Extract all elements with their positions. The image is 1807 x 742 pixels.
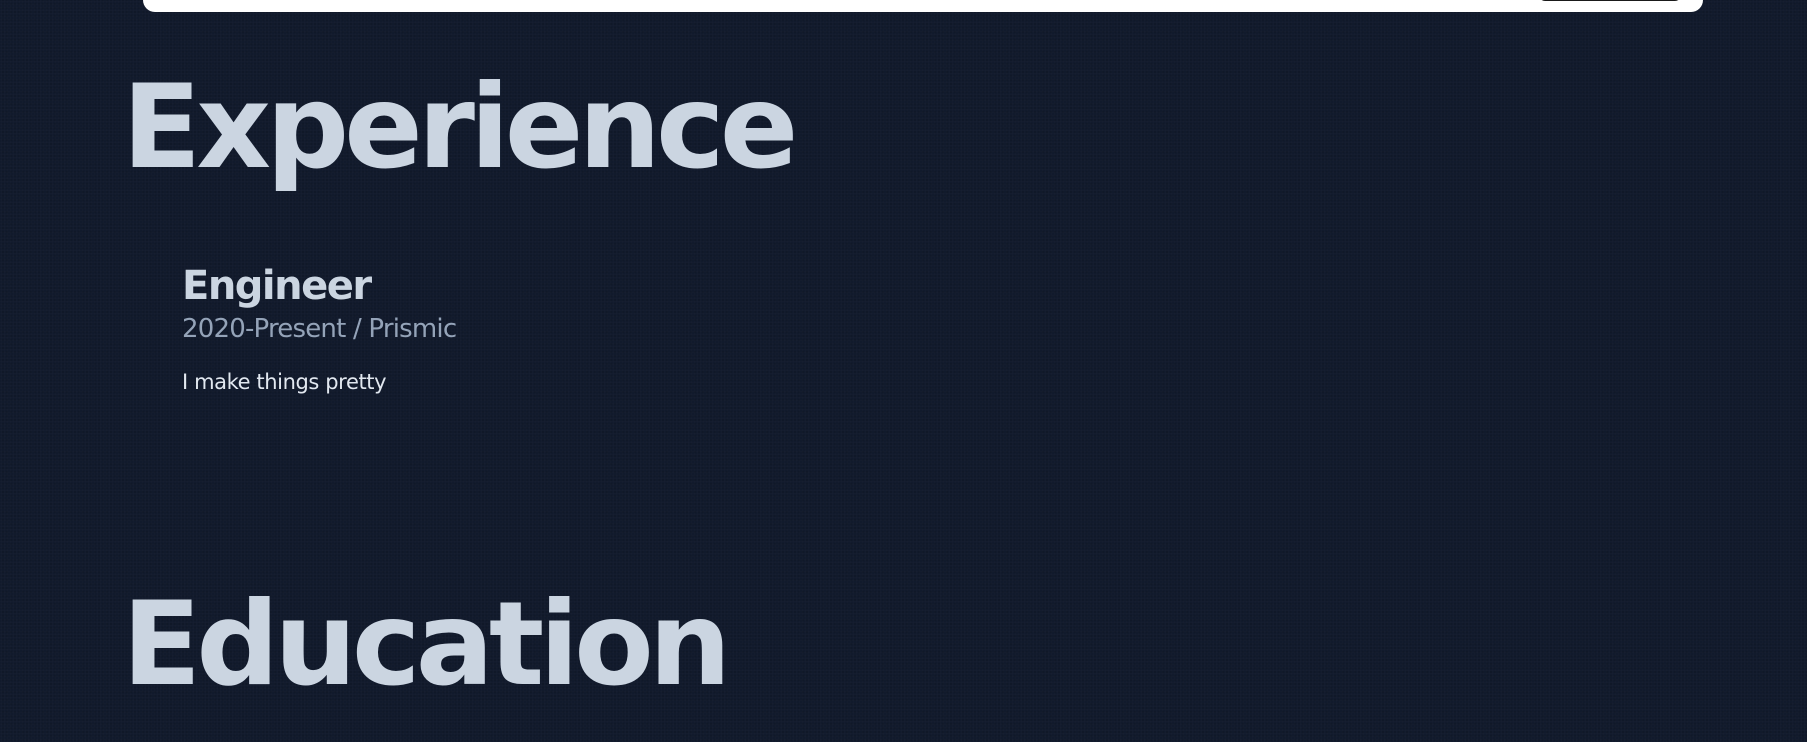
- job-company: Prismic: [368, 314, 457, 344]
- top-navigation-bar: [143, 0, 1703, 12]
- experience-item: Engineer 2020-Present / Prismic I make t…: [182, 262, 1082, 395]
- job-meta-separator: /: [352, 314, 362, 344]
- job-title: Engineer: [182, 263, 372, 309]
- job-period: 2020-Present: [182, 314, 346, 344]
- job-description: I make things pretty: [182, 370, 387, 394]
- education-heading: Education: [122, 577, 731, 712]
- nav-action-button[interactable]: [1539, 0, 1681, 1]
- experience-heading: Experience: [122, 60, 798, 195]
- job-meta: 2020-Present / Prismic: [182, 313, 1082, 345]
